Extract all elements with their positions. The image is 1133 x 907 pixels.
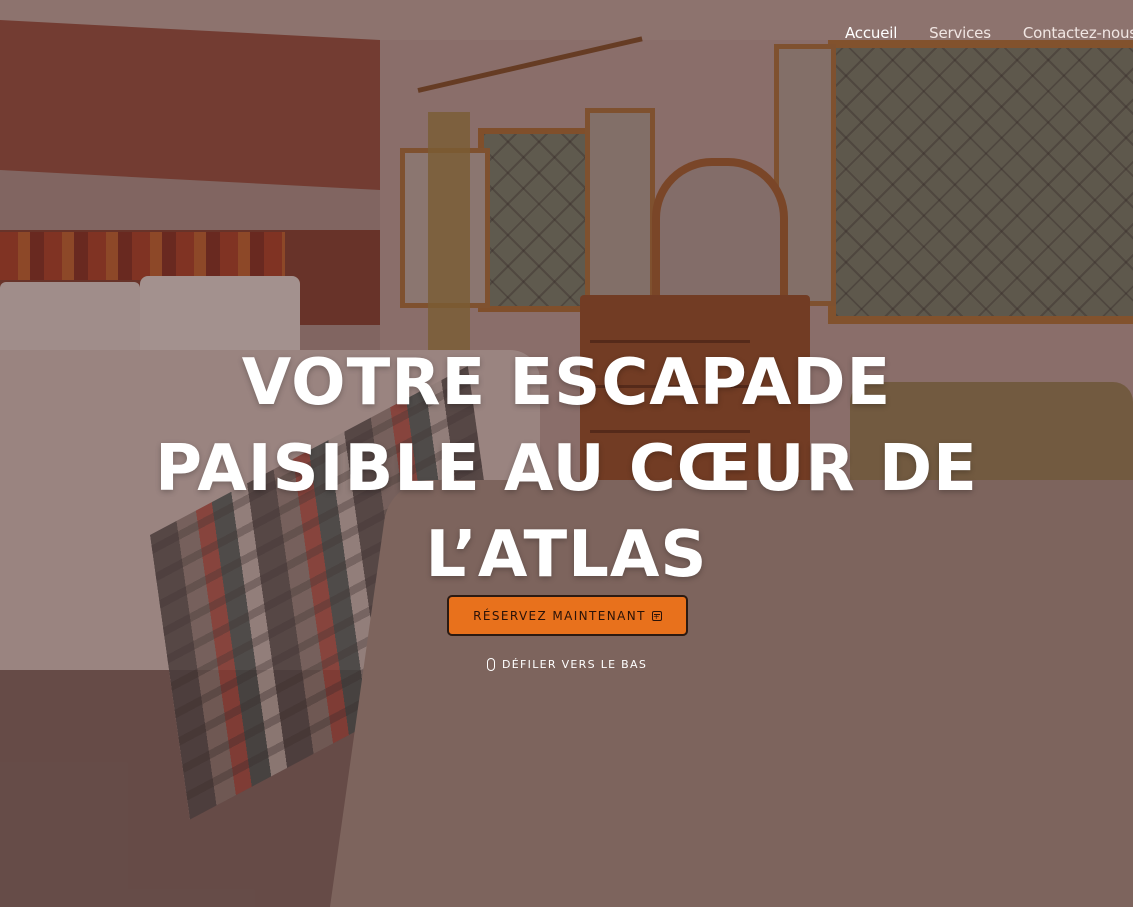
calendar-plus-icon	[651, 610, 662, 621]
scroll-down-link[interactable]: DÉFILER VERS LE BAS	[487, 658, 647, 671]
nav-item-services[interactable]: Services	[929, 24, 991, 42]
scroll-down-label: DÉFILER VERS LE BAS	[502, 658, 648, 671]
reserve-button[interactable]: RÉSERVEZ MAINTENANT	[447, 595, 688, 636]
reserve-button-label: RÉSERVEZ MAINTENANT	[473, 608, 646, 623]
nav-item-contact[interactable]: Contactez-nous	[1023, 24, 1133, 42]
hero-title-line: PAISIBLE AU CŒUR DE	[155, 432, 978, 506]
hero-section: Accueil Services Contactez-nous VOTRE ES…	[0, 0, 1133, 907]
mouse-icon	[487, 658, 495, 671]
hero-title-line: L’ATLAS	[425, 518, 708, 592]
nav-item-accueil[interactable]: Accueil	[845, 24, 897, 42]
main-nav: Accueil Services Contactez-nous	[845, 24, 1133, 42]
hero-title-line: VOTRE ESCAPADE	[241, 346, 892, 420]
hero-title: VOTRE ESCAPADE PAISIBLE AU CŒUR DE L’ATLAS	[100, 340, 1033, 598]
